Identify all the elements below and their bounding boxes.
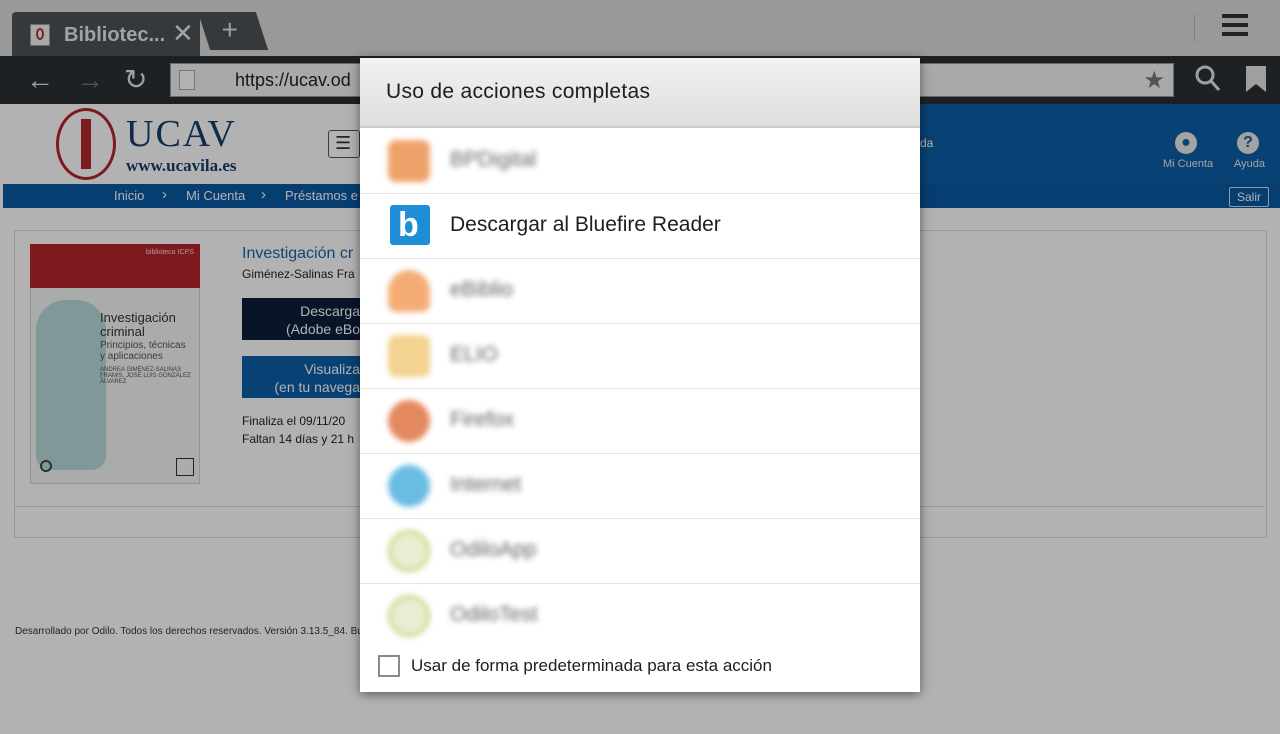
list-item-bpdigital[interactable]: BPDigital xyxy=(360,128,920,194)
dialog-title: Uso de acciones completas xyxy=(386,80,651,103)
app-label: Descargar al Bluefire Reader xyxy=(450,213,721,236)
complete-action-dialog: Uso de acciones completas BPDigital b De… xyxy=(360,58,920,692)
firefox-app-icon xyxy=(388,400,430,442)
list-item-ebiblio[interactable]: eBiblio xyxy=(360,258,920,324)
elio-app-icon xyxy=(388,335,430,377)
list-item-elio[interactable]: ELIO xyxy=(360,323,920,389)
list-item-odiloapp[interactable]: OdiloApp xyxy=(360,518,920,584)
internet-app-icon xyxy=(388,465,430,507)
app-label: OdiloTest xyxy=(450,603,538,626)
list-item-internet[interactable]: Internet xyxy=(360,453,920,519)
default-action-checkbox[interactable] xyxy=(378,655,400,677)
default-action-label[interactable]: Usar de forma predeterminada para esta a… xyxy=(411,656,772,676)
bluefire-reader-icon: b xyxy=(390,205,430,245)
app-label: BPDigital xyxy=(450,148,537,171)
app-label: eBiblio xyxy=(450,278,514,301)
app-label: ELIO xyxy=(450,343,498,366)
list-item-bluefire-reader[interactable]: b Descargar al Bluefire Reader xyxy=(360,193,920,259)
app-label: Internet xyxy=(450,473,522,496)
odilotest-app-icon xyxy=(388,595,430,637)
ebiblio-app-icon xyxy=(388,270,430,312)
app-label: Firefox xyxy=(450,408,515,431)
list-item-firefox[interactable]: Firefox xyxy=(360,388,920,454)
bpdigital-app-icon xyxy=(388,140,430,182)
dialog-header: Uso de acciones completas xyxy=(360,58,920,128)
odiloapp-app-icon xyxy=(388,530,430,572)
app-label: OdiloApp xyxy=(450,538,537,561)
list-item-odilotest[interactable]: OdiloTest xyxy=(360,583,920,648)
